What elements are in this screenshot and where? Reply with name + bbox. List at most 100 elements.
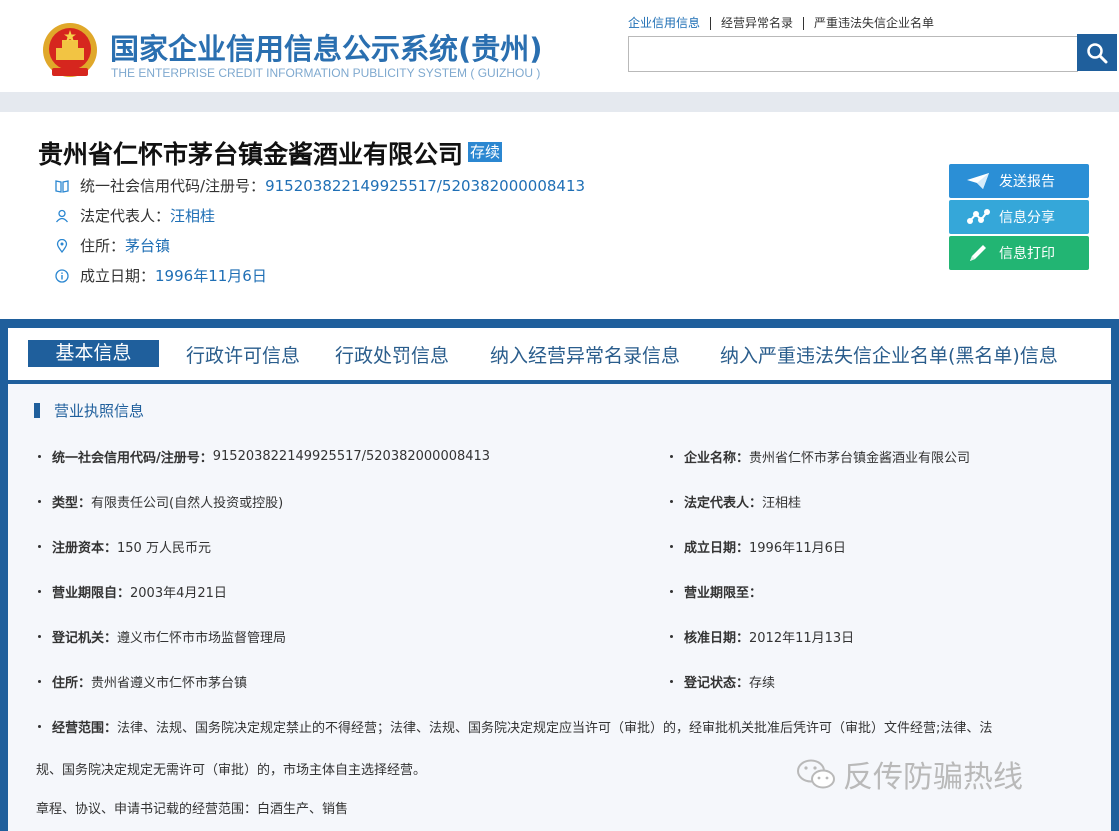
field-company-name: 企业名称： 贵州省仁怀市茅台镇金酱酒业有限公司	[670, 447, 970, 466]
credit-code-value: 915203822149925517/520382000008413	[265, 176, 586, 195]
field-label: 核准日期：	[684, 631, 750, 646]
bullet	[38, 500, 41, 503]
field-term-to: 营业期限至：	[670, 582, 762, 601]
field-value: 有限责任公司(自然人投资或控股)	[91, 496, 284, 511]
bullet	[670, 500, 673, 503]
credit-code-label: 统一社会信用代码/注册号：	[80, 177, 266, 195]
tab-bar: 基本信息 行政许可信息 行政处罚信息 纳入经营异常名录信息 纳入严重违法失信企业…	[8, 328, 1111, 380]
founding-date-label: 成立日期：	[80, 267, 156, 285]
field-business-scope: 经营范围： 法律、法规、国务院决定规定禁止的不得经营；法律、法规、国务院决定规定…	[38, 717, 992, 736]
bullet	[670, 455, 673, 458]
field-founding-date: 成立日期： 1996年11月6日	[670, 537, 846, 556]
share-icon	[965, 207, 991, 227]
field-label: 登记状态：	[684, 676, 750, 691]
field-label: 注册资本：	[52, 541, 118, 556]
field-value: 2003年4月21日	[130, 586, 227, 601]
book-icon	[54, 178, 70, 194]
field-value: 915203822149925517/520382000008413	[212, 449, 491, 464]
field-label: 营业期限自：	[52, 586, 131, 601]
search-button[interactable]	[1077, 34, 1117, 71]
company-name: 贵州省仁怀市茅台镇金酱酒业有限公司	[38, 140, 464, 169]
legal-rep-label: 法定代表人：	[80, 207, 171, 225]
legal-rep-row: 法定代表人： 汪相桂	[54, 205, 215, 226]
tab-basic-info[interactable]: 基本信息	[28, 340, 159, 367]
bullet	[38, 725, 41, 728]
search-icon	[1087, 42, 1108, 63]
field-term-from: 营业期限自： 2003年4月21日	[38, 582, 227, 601]
field-label: 住所：	[52, 676, 92, 691]
site-header: 国家企业信用信息公示系统(贵州) THE ENTERPRISE CREDIT I…	[0, 0, 1119, 92]
field-value: 存续	[749, 676, 776, 691]
status-badge: 存续	[468, 142, 503, 162]
field-value: 汪相桂	[762, 496, 802, 511]
field-label: 成立日期：	[684, 541, 750, 556]
tab-blacklist[interactable]: 纳入严重违法失信企业名单(黑名单)信息	[720, 341, 1058, 368]
bullet	[38, 635, 41, 638]
address-label: 住所：	[80, 237, 126, 255]
field-credit-code: 统一社会信用代码/注册号： 915203822149925517/5203820…	[38, 447, 490, 466]
founding-date-value: 1996年11月6日	[155, 267, 267, 285]
person-icon	[54, 208, 70, 224]
section-title: 营业执照信息	[34, 400, 144, 421]
print-info-button[interactable]: 信息打印	[949, 236, 1089, 270]
field-approval-date: 核准日期： 2012年11月13日	[670, 627, 854, 646]
wechat-icon	[797, 759, 835, 789]
scope-line-1: 法律、法规、国务院决定规定禁止的不得经营；法律、法规、国务院决定规定应当许可（审…	[117, 721, 993, 736]
field-registration-authority: 登记机关： 遵义市仁怀市市场监督管理局	[38, 627, 286, 646]
address-value: 茅台镇	[125, 237, 171, 255]
print-info-label: 信息打印	[999, 246, 1055, 262]
location-pin-icon	[54, 238, 70, 254]
scope-line-3: 章程、协议、申请书记载的经营范围：白酒生产、销售	[36, 802, 349, 817]
field-label: 法定代表人：	[684, 496, 763, 511]
site-subtitle: THE ENTERPRISE CREDIT INFORMATION PUBLIC…	[111, 66, 541, 80]
send-report-button[interactable]: 发送报告	[949, 164, 1089, 198]
field-label: 统一社会信用代码/注册号：	[52, 451, 213, 466]
tab-admin-license[interactable]: 行政许可信息	[186, 341, 300, 368]
field-label: 营业期限至：	[684, 586, 763, 601]
share-info-label: 信息分享	[999, 210, 1055, 226]
pencil-icon	[965, 243, 991, 263]
field-value: 贵州省仁怀市茅台镇金酱酒业有限公司	[749, 451, 971, 466]
field-label: 类型：	[52, 496, 92, 511]
link-abnormal-operation[interactable]: 经营异常名录	[710, 17, 803, 30]
bullet	[670, 635, 673, 638]
founding-date-row: 成立日期： 1996年11月6日	[54, 265, 267, 286]
bullet	[38, 680, 41, 683]
share-info-button[interactable]: 信息分享	[949, 200, 1089, 234]
bullet	[38, 455, 41, 458]
field-value: 150 万人民币元	[117, 541, 211, 556]
field-label: 经营范围：	[52, 721, 118, 736]
top-links: 企业信用信息 经营异常名录 严重违法失信企业名单	[628, 17, 944, 30]
send-report-label: 发送报告	[999, 174, 1055, 190]
field-value: 遵义市仁怀市市场监督管理局	[117, 631, 287, 646]
field-value: 贵州省遵义市仁怀市茅台镇	[91, 676, 248, 691]
bullet	[670, 680, 673, 683]
credit-code-row: 统一社会信用代码/注册号： 915203822149925517/5203820…	[54, 175, 585, 196]
field-legal-rep: 法定代表人： 汪相桂	[670, 492, 801, 511]
paper-plane-icon	[965, 171, 991, 191]
field-value: 1996年11月6日	[749, 541, 846, 556]
field-label: 企业名称：	[684, 451, 750, 466]
header-divider	[0, 92, 1119, 112]
bullet	[38, 590, 41, 593]
field-registration-status: 登记状态： 存续	[670, 672, 775, 691]
bullet	[670, 590, 673, 593]
field-type: 类型： 有限责任公司(自然人投资或控股)	[38, 492, 283, 511]
bullet	[670, 545, 673, 548]
site-title: 国家企业信用信息公示系统(贵州)	[110, 32, 543, 66]
bullet	[38, 545, 41, 548]
field-label: 登记机关：	[52, 631, 118, 646]
watermark-text: 反传防骗热线	[843, 760, 1023, 795]
search-input[interactable]	[628, 36, 1078, 72]
field-value: 2012年11月13日	[749, 631, 855, 646]
address-row: 住所： 茅台镇	[54, 235, 170, 256]
national-emblem-icon	[43, 23, 97, 77]
info-icon	[54, 268, 70, 284]
section-title-bar	[34, 403, 40, 418]
section-title-text: 营业执照信息	[54, 402, 145, 420]
tab-abnormal-list[interactable]: 纳入经营异常名录信息	[490, 341, 680, 368]
tab-admin-penalty[interactable]: 行政处罚信息	[335, 341, 449, 368]
legal-rep-value: 汪相桂	[170, 207, 216, 225]
link-serious-violation[interactable]: 严重违法失信企业名单	[803, 17, 944, 30]
link-enterprise-credit[interactable]: 企业信用信息	[628, 17, 710, 30]
